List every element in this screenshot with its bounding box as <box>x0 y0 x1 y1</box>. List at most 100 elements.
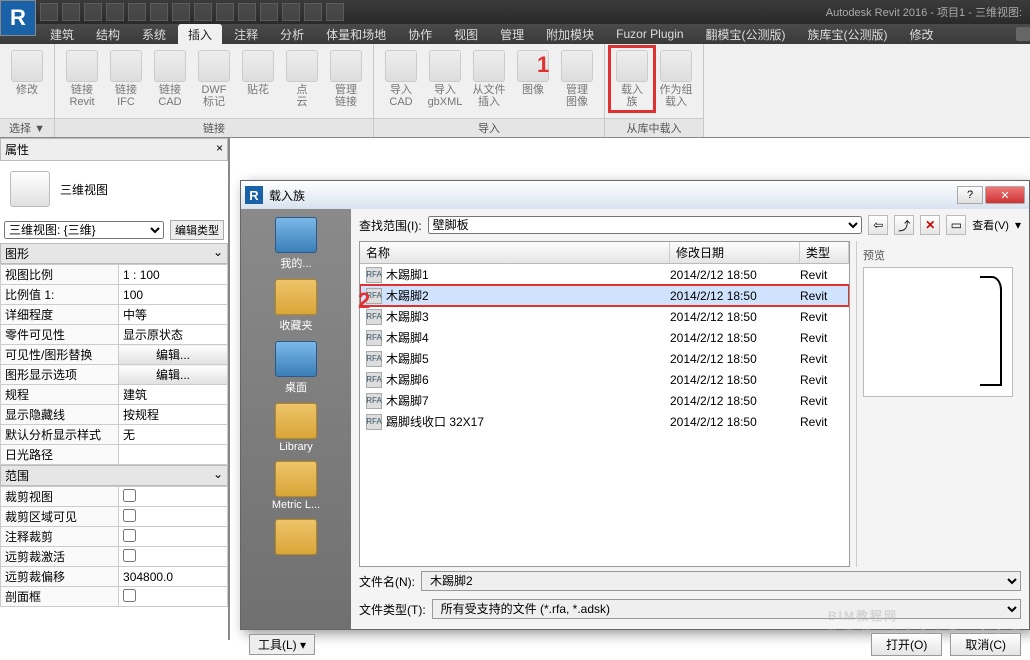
ribbon-tab[interactable]: 分析 <box>270 24 314 45</box>
places-item[interactable]: 桌面 <box>251 339 341 397</box>
qat-item[interactable] <box>282 3 300 21</box>
ribbon-button[interactable]: 修改 <box>6 48 48 98</box>
tools-button[interactable]: 工具(L) ▾ <box>249 634 315 655</box>
qat-item[interactable] <box>40 3 58 21</box>
ribbon-tab[interactable]: 插入 <box>178 24 222 45</box>
dialog-titlebar[interactable]: R 载入族 ? ✕ <box>241 181 1029 209</box>
file-row[interactable]: RFA木踢脚32014/2/12 18:50Revit <box>360 306 849 327</box>
dialog-help-button[interactable]: ? <box>957 186 983 204</box>
app-logo[interactable]: R <box>0 0 36 36</box>
file-row[interactable]: RFA木踢脚52014/2/12 18:50Revit <box>360 348 849 369</box>
lookin-select[interactable]: 壁脚板 <box>428 216 863 234</box>
prop-checkbox[interactable] <box>123 549 136 562</box>
view-menu-chevron[interactable]: ▾ <box>1015 218 1021 232</box>
ribbon-tab[interactable]: 管理 <box>490 24 534 45</box>
qat-item[interactable] <box>326 3 344 21</box>
ribbon-button[interactable]: 链接Revit <box>61 48 103 110</box>
prop-value[interactable] <box>119 507 228 527</box>
prop-value[interactable] <box>119 547 228 567</box>
ribbon-button[interactable]: 点云 <box>281 48 323 110</box>
ribbon-button[interactable]: DWF标记 <box>193 48 235 110</box>
delete-icon[interactable]: ✕ <box>920 215 940 235</box>
view-menu[interactable]: 查看(V) <box>972 217 1009 233</box>
ribbon-tab[interactable]: 体量和场地 <box>316 24 396 45</box>
places-item[interactable]: Metric L... <box>251 459 341 513</box>
ribbon-tab[interactable]: 修改 <box>900 24 944 45</box>
col-name[interactable]: 名称 <box>360 242 670 263</box>
prop-checkbox[interactable] <box>123 489 136 502</box>
prop-value[interactable]: 304800.0 <box>119 567 228 587</box>
back-icon[interactable]: ⇦ <box>868 215 888 235</box>
col-type[interactable]: 类型 <box>800 242 849 263</box>
prop-value[interactable] <box>119 445 228 465</box>
file-row[interactable]: RFA木踢脚12014/2/12 18:50Revit <box>360 264 849 285</box>
qat-item[interactable] <box>128 3 146 21</box>
up-icon[interactable]: ⤴ <box>894 215 914 235</box>
ribbon-button[interactable]: 作为组载入 <box>655 48 697 110</box>
cancel-button[interactable]: 取消(C) <box>950 633 1021 656</box>
file-row[interactable]: RFA木踢脚22014/2/12 18:50Revit <box>360 285 849 306</box>
newfolder-icon[interactable]: ▭ <box>946 215 966 235</box>
prop-value[interactable]: 1 : 100 <box>119 265 228 285</box>
qat-item[interactable] <box>304 3 322 21</box>
ribbon-button[interactable]: 从文件插入 <box>468 48 510 110</box>
ribbon-button[interactable]: 导入gbXML <box>424 48 466 110</box>
ribbon-tab[interactable]: 系统 <box>132 24 176 45</box>
ribbon-button[interactable]: 管理图像 <box>556 48 598 110</box>
prop-value[interactable] <box>119 587 228 607</box>
prop-value[interactable]: 编辑... <box>119 345 228 365</box>
prop-value[interactable]: 100 <box>119 285 228 305</box>
ribbon-tab[interactable]: Fuzor Plugin <box>606 25 693 43</box>
view-select[interactable]: 三维视图: {三维} <box>4 221 164 239</box>
ribbon-button[interactable]: 链接IFC <box>105 48 147 110</box>
file-row[interactable]: RFA木踢脚42014/2/12 18:50Revit <box>360 327 849 348</box>
prop-value[interactable]: 中等 <box>119 305 228 325</box>
filetype-select[interactable]: 所有受支持的文件 (*.rfa, *.adsk) <box>432 599 1021 619</box>
ribbon-tab[interactable]: 族库宝(公测版) <box>798 24 898 45</box>
ribbon-tab[interactable]: 建筑 <box>40 24 84 45</box>
dialog-close-button[interactable]: ✕ <box>985 186 1025 204</box>
prop-value[interactable]: 显示原状态 <box>119 325 228 345</box>
prop-value[interactable]: 无 <box>119 425 228 445</box>
close-icon[interactable]: × <box>216 141 223 158</box>
load-family-button[interactable]: 载入族 <box>611 48 653 110</box>
prop-value[interactable]: 建筑 <box>119 385 228 405</box>
ribbon-button[interactable]: 导入CAD <box>380 48 422 110</box>
ribbon-tab[interactable]: 附加模块 <box>536 24 604 45</box>
ribbon-tab[interactable]: 结构 <box>86 24 130 45</box>
ribbon-tab[interactable]: 协作 <box>398 24 442 45</box>
file-row[interactable]: RFA木踢脚72014/2/12 18:50Revit <box>360 390 849 411</box>
qat-item[interactable] <box>172 3 190 21</box>
file-list-header[interactable]: 名称 修改日期 类型 <box>360 242 849 264</box>
open-button[interactable]: 打开(O) <box>871 633 942 656</box>
places-item[interactable]: 我的... <box>251 215 341 273</box>
places-item[interactable]: 收藏夹 <box>251 277 341 335</box>
qat-item[interactable] <box>260 3 278 21</box>
filename-input[interactable]: 木踢脚2 <box>421 571 1021 591</box>
ribbon-button[interactable]: 管理链接 <box>325 48 367 110</box>
prop-checkbox[interactable] <box>123 589 136 602</box>
col-date[interactable]: 修改日期 <box>670 242 800 263</box>
qat-item[interactable] <box>150 3 168 21</box>
qat-item[interactable] <box>194 3 212 21</box>
qat-item[interactable] <box>62 3 80 21</box>
group-graphics[interactable]: 图形⌄ <box>0 243 228 264</box>
ribbon-tab[interactable]: 翻模宝(公测版) <box>696 24 796 45</box>
qat-item[interactable] <box>106 3 124 21</box>
ribbon-button[interactable]: 链接CAD <box>149 48 191 110</box>
file-row[interactable]: RFA木踢脚62014/2/12 18:50Revit <box>360 369 849 390</box>
prop-value[interactable] <box>119 527 228 547</box>
ribbon-tab[interactable]: 注释 <box>224 24 268 45</box>
qat-item[interactable] <box>216 3 234 21</box>
prop-checkbox[interactable] <box>123 529 136 542</box>
prop-value[interactable]: 编辑... <box>119 365 228 385</box>
ribbon-button[interactable]: 贴花 <box>237 48 279 98</box>
file-row[interactable]: RFA踢脚线收口 32X172014/2/12 18:50Revit <box>360 411 849 432</box>
places-item[interactable] <box>251 517 341 559</box>
qat-item[interactable] <box>84 3 102 21</box>
prop-value[interactable]: 按规程 <box>119 405 228 425</box>
places-item[interactable]: Library <box>251 401 341 455</box>
ribbon-tab[interactable]: 视图 <box>444 24 488 45</box>
prop-checkbox[interactable] <box>123 509 136 522</box>
edit-type-button[interactable]: 编辑类型 <box>170 220 224 240</box>
